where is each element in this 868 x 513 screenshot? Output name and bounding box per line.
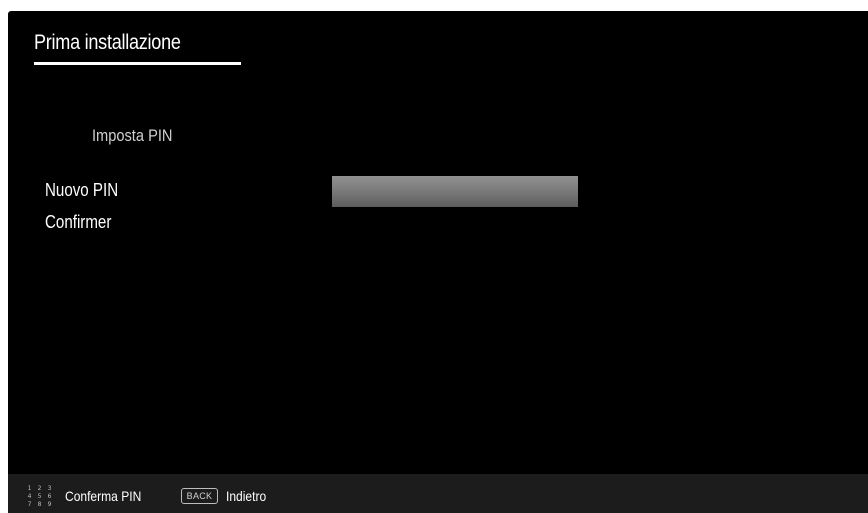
keypad-digit: 5 [37, 493, 42, 500]
numeric-keypad-icon: 1 2 3 4 5 6 7 8 9 [25, 485, 55, 511]
keypad-digit: 3 [47, 485, 52, 492]
confirm-pin-hint: Conferma PIN [65, 488, 142, 504]
keypad-digit: 9 [47, 501, 52, 508]
keypad-digit: 4 [27, 493, 32, 500]
keypad-digit: 2 [37, 485, 42, 492]
footer-hint-bar: 1 2 3 4 5 6 7 8 9 Conferma PIN BACK Indi… [8, 474, 868, 513]
title-underline [34, 62, 241, 65]
new-pin-field[interactable] [332, 176, 578, 207]
page-title: Prima installazione [34, 31, 181, 54]
keypad-digit: 1 [27, 485, 32, 492]
back-hint: Indietro [226, 488, 267, 504]
new-pin-label: Nuovo PIN [45, 180, 119, 200]
keypad-digit: 6 [47, 493, 52, 500]
keypad-digit: 8 [37, 501, 42, 508]
confirm-pin-row-label: Confirmer [45, 212, 112, 232]
section-subtitle: Imposta PIN [92, 126, 173, 145]
tv-screen: Prima installazione Imposta PIN Nuovo PI… [8, 11, 868, 513]
keypad-digit: 7 [27, 501, 32, 508]
back-key-icon[interactable]: BACK [181, 488, 218, 504]
